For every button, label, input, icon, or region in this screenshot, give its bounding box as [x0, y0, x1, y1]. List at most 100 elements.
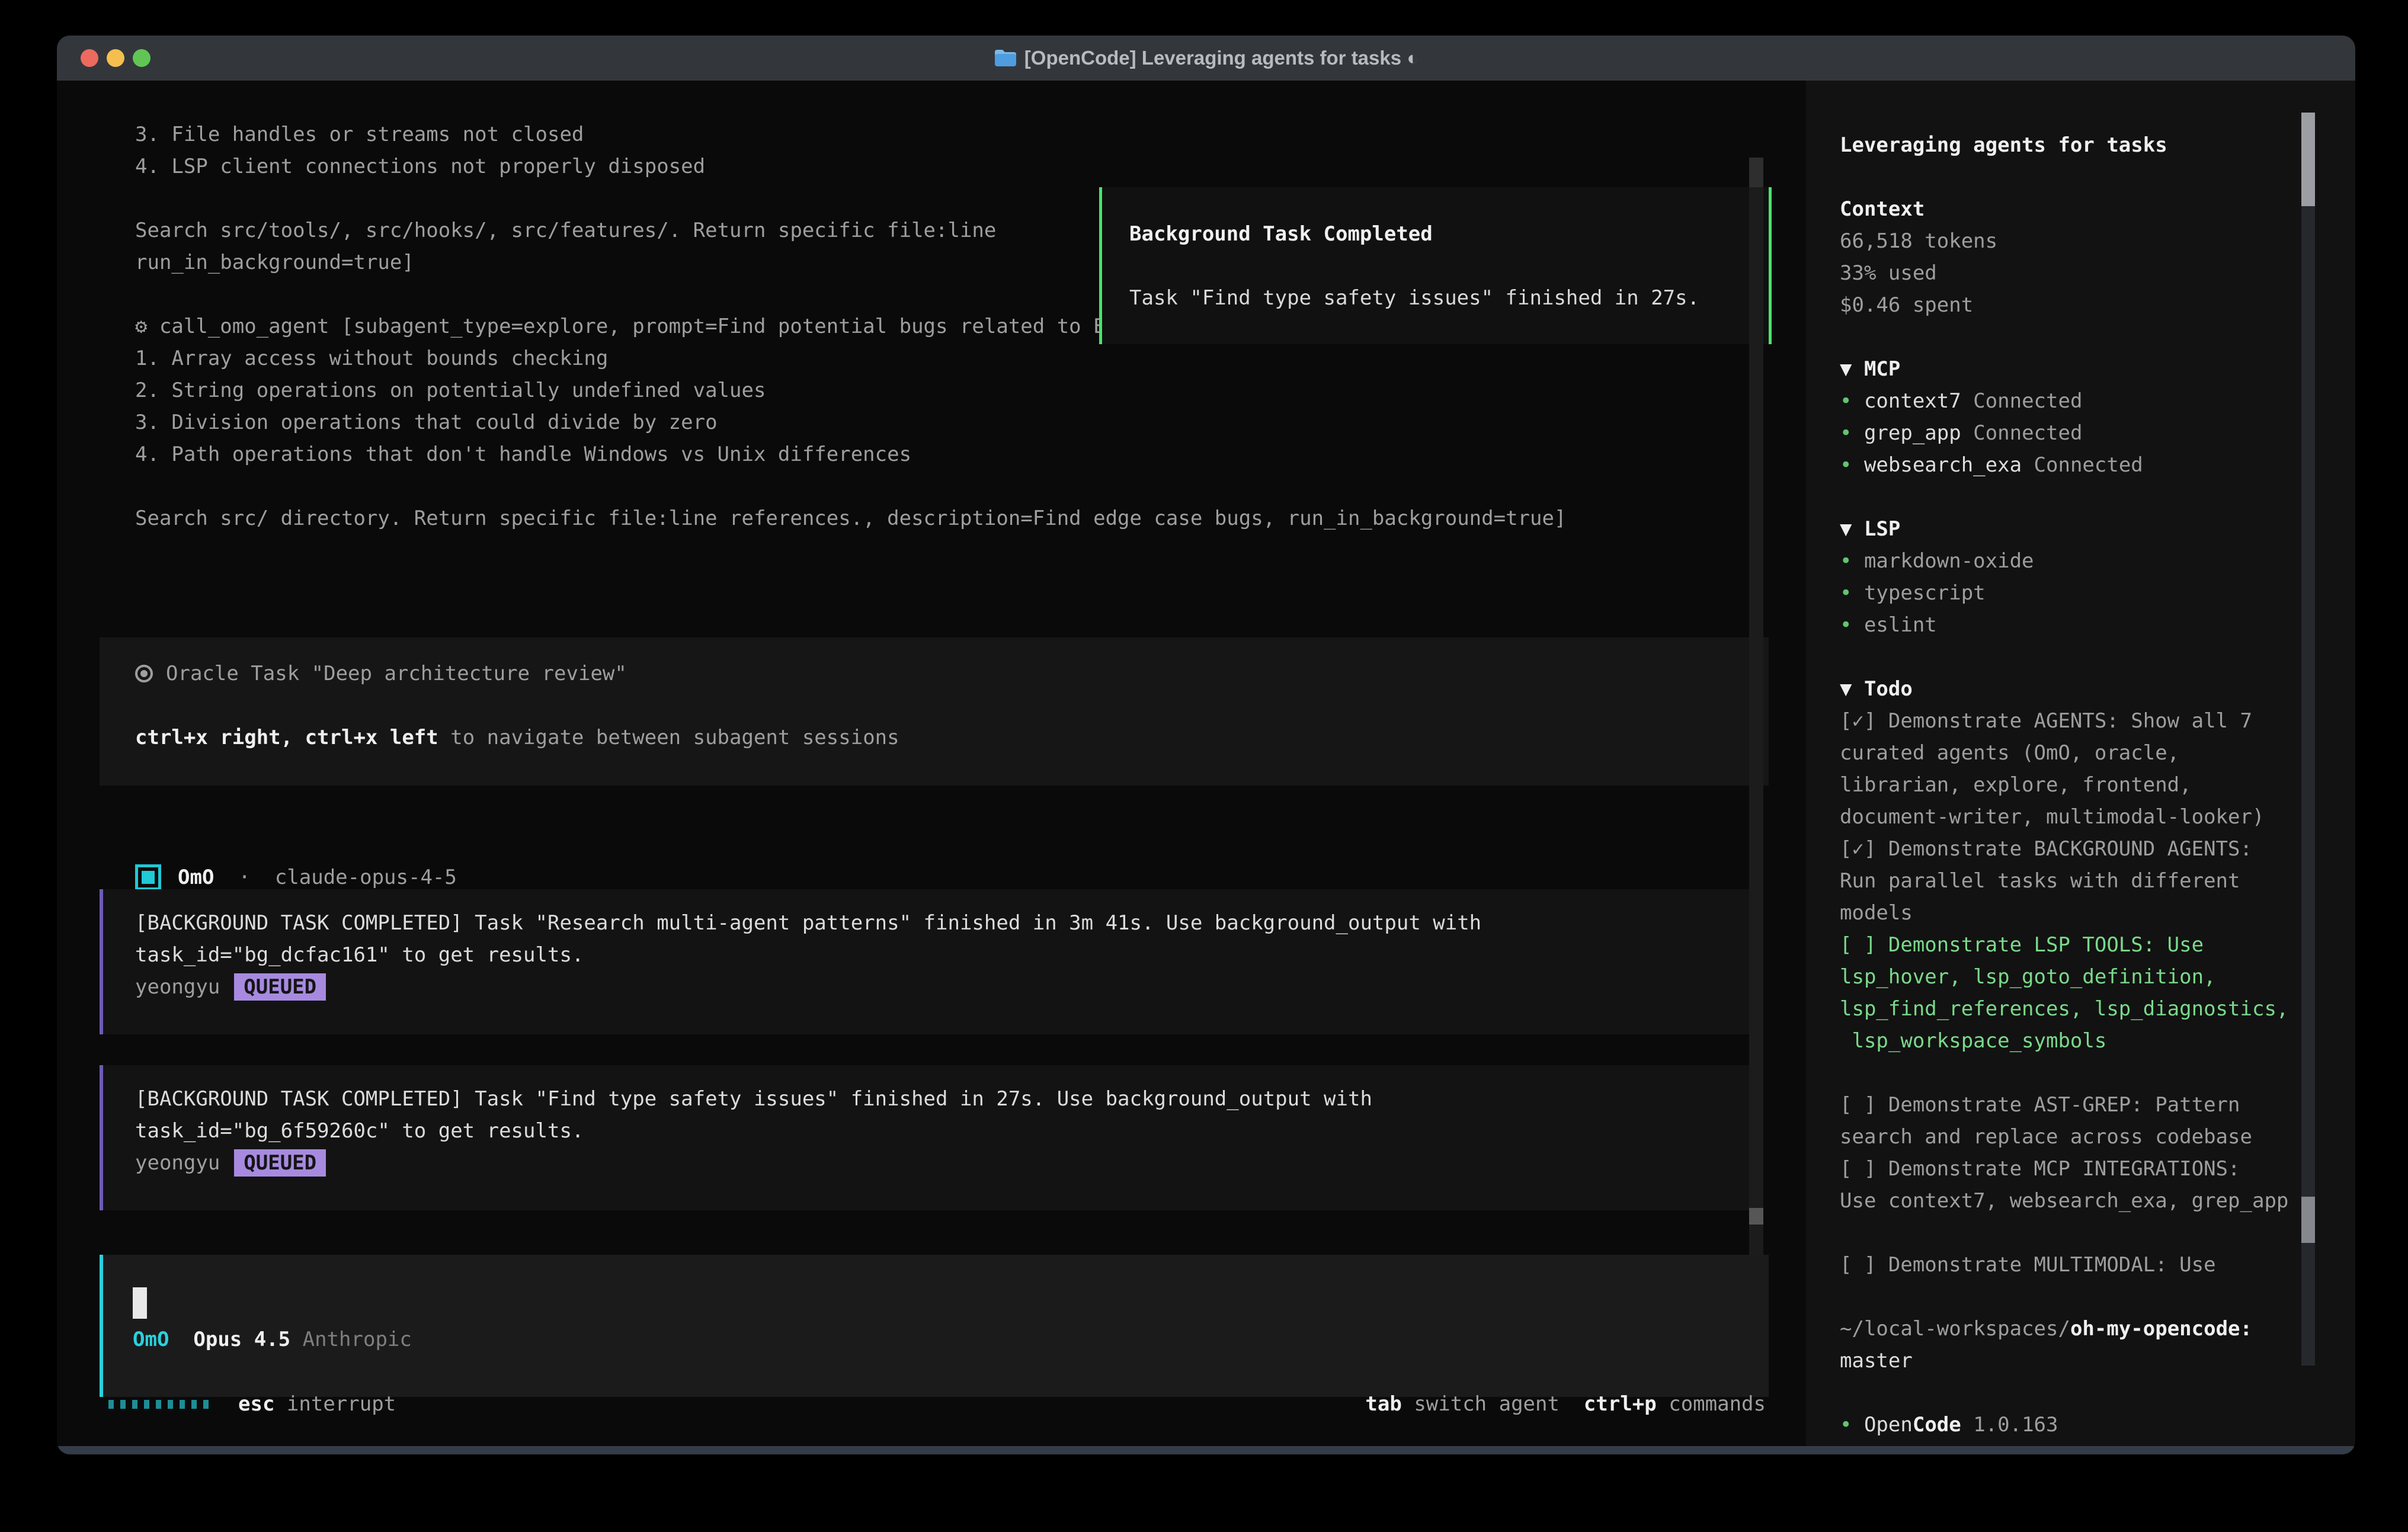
spinner-dot: [203, 1400, 209, 1409]
background-task-toast: Background Task Completed Task "Find typ…: [1099, 187, 1772, 344]
task-line-1: [BACKGROUND TASK COMPLETED] Task "Find t…: [135, 1083, 1751, 1115]
sidebar-scrollbar-thumb-secondary[interactable]: [2301, 1197, 2315, 1243]
sidebar-line: [ ] Demonstrate AST-GREP: Pattern: [1840, 1089, 2290, 1121]
sidebar-line: ▼ Todo: [1840, 673, 2290, 705]
spinner-dot: [168, 1400, 173, 1409]
sidebar-line: [1840, 1217, 2290, 1249]
window-title-wrap: [OpenCode] Leveraging agents for tasks ◐: [994, 47, 1418, 69]
sidebar-line: Leveraging agents for tasks: [1840, 129, 2290, 161]
sidebar-line: Use context7, websearch_exa, grep_app: [1840, 1185, 2290, 1217]
zoom-button[interactable]: [133, 49, 150, 67]
sidebar-line: lsp_hover, lsp_goto_definition,: [1840, 961, 2290, 993]
task-line-2: task_id="bg_dcfac161" to get results.: [135, 939, 1751, 971]
task-line-1: [BACKGROUND TASK COMPLETED] Task "Resear…: [135, 907, 1751, 939]
shortcut-hints: tab switch agent ctrl+p commands: [1365, 1388, 1766, 1420]
sidebar-line: [ ] Demonstrate LSP TOOLS: Use: [1840, 929, 2290, 961]
sidebar-scrollbar-thumb[interactable]: [2301, 113, 2315, 206]
text-cursor: [133, 1287, 147, 1319]
sidebar-line: 33% used: [1840, 257, 2290, 289]
spinner-dot: [132, 1400, 137, 1409]
oracle-title: Oracle Task "Deep architecture review": [166, 662, 627, 685]
sidebar-line: • grep_app Connected: [1840, 417, 2290, 449]
terminal-line: 3. Division operations that could divide…: [135, 406, 1770, 438]
sidebar-line: [✓] Demonstrate BACKGROUND AGENTS:: [1840, 833, 2290, 865]
sidebar-line: • context7 Connected: [1840, 385, 2290, 417]
oracle-hint-line: ctrl+x right, ctrl+x left to navigate be…: [135, 722, 1769, 754]
sidebar-line: 66,518 tokens: [1840, 225, 2290, 257]
task-user: yeongyu: [135, 975, 220, 999]
terminal-line: 1. Array access without bounds checking: [135, 342, 1770, 374]
screen: [OpenCode] Leveraging agents for tasks ◐…: [0, 0, 2408, 1532]
task-meta: yeongyu QUEUED: [135, 1147, 1751, 1179]
toast-body: Task "Find type safety issues" finished …: [1129, 282, 1769, 314]
sidebar-line: master: [1840, 1345, 2290, 1377]
input-model: Opus 4.5: [193, 1328, 290, 1351]
spinner-dot: [156, 1400, 161, 1409]
sidebar-line: ▼ MCP: [1840, 353, 2290, 385]
oracle-task-panel: Oracle Task "Deep architecture review" c…: [100, 637, 1769, 786]
sidebar-scrollbar[interactable]: [2301, 113, 2315, 1366]
sidebar-line: $0.46 spent: [1840, 289, 2290, 321]
cmd-label: commands: [1669, 1392, 1766, 1416]
task-block: [BACKGROUND TASK COMPLETED] Task "Find t…: [100, 1065, 1751, 1210]
agent-square-icon: [135, 864, 161, 890]
spinner-dot: [120, 1400, 126, 1409]
task-user: yeongyu: [135, 1151, 220, 1175]
status-badge: QUEUED: [234, 973, 326, 1001]
sidebar-line: lsp_find_references, lsp_diagnostics,: [1840, 993, 2290, 1025]
close-button[interactable]: [81, 49, 98, 67]
spinner-dot: [144, 1400, 149, 1409]
sidebar-line: ▼ LSP: [1840, 513, 2290, 545]
sidebar: Leveraging agents for tasks Context66,518…: [1806, 81, 2355, 1446]
sidebar-line: [1840, 1057, 2290, 1089]
input-agent: OmO: [133, 1328, 169, 1351]
sidebar-line: lsp_workspace_symbols: [1840, 1025, 2290, 1057]
spinner-dot: [191, 1400, 197, 1409]
terminal-line: 3. File handles or streams not closed: [135, 118, 1770, 150]
agent-separator-wrap: ·: [214, 866, 274, 889]
minimize-button[interactable]: [107, 49, 124, 67]
sidebar-line: librarian, explore, frontend,: [1840, 769, 2290, 801]
sidebar-line: [1840, 1281, 2290, 1313]
main-scrollbar-thumb-top[interactable]: [1749, 158, 1763, 187]
sidebar-line: [1840, 321, 2290, 353]
terminal-line: 4. Path operations that don't handle Win…: [135, 438, 1770, 470]
sidebar-line: • typescript: [1840, 577, 2290, 609]
opencode-window: [OpenCode] Leveraging agents for tasks ◐…: [57, 36, 2355, 1454]
prompt-input[interactable]: OmO Opus 4.5 Anthropic: [100, 1255, 1769, 1397]
sidebar-line: models: [1840, 897, 2290, 929]
fisheye-icon: [135, 665, 153, 682]
tab-label: switch agent: [1414, 1392, 1560, 1416]
terminal-line: Search src/ directory. Return specific f…: [135, 502, 1770, 534]
spinner-dots: [108, 1400, 209, 1409]
agent-header: OmO · claude-opus-4-5: [135, 861, 457, 893]
window-bottom-edge: [57, 1446, 2355, 1454]
sidebar-line: search and replace across codebase: [1840, 1121, 2290, 1153]
esc-key: esc: [238, 1392, 274, 1416]
sidebar-line: Run parallel tasks with different: [1840, 865, 2290, 897]
agent-model: claude-opus-4-5: [275, 866, 457, 889]
agent-name: OmO: [178, 866, 214, 889]
sidebar-line: [1840, 161, 2290, 193]
title-bar: [OpenCode] Leveraging agents for tasks ◐: [57, 36, 2355, 81]
sidebar-line: curated agents (OmO, oracle,: [1840, 737, 2290, 769]
task-line-2: task_id="bg_6f59260c" to get results.: [135, 1115, 1751, 1147]
oracle-title-line: Oracle Task "Deep architecture review": [135, 658, 1769, 690]
tab-key: tab: [1365, 1392, 1401, 1416]
sidebar-line: [1840, 641, 2290, 673]
sidebar-line: • markdown-oxide: [1840, 545, 2290, 577]
toast-title: Background Task Completed: [1129, 218, 1769, 250]
sidebar-line: ~/local-workspaces/oh-my-opencode:: [1840, 1313, 2290, 1345]
status-bar: esc interrupt tab switch agent ctrl+p co…: [57, 1388, 1806, 1420]
input-meta: OmO Opus 4.5 Anthropic: [133, 1323, 412, 1355]
agent-separator: ·: [238, 866, 250, 889]
spinner-dot: [180, 1400, 185, 1409]
terminal-line: 4. LSP client connections not properly d…: [135, 150, 1770, 182]
main-scrollbar[interactable]: [1749, 158, 1763, 1257]
sidebar-line: Context: [1840, 193, 2290, 225]
sidebar-line: document-writer, multimodal-looker): [1840, 801, 2290, 833]
sidebar-line: [1840, 1377, 2290, 1409]
sidebar-line: [✓] Demonstrate AGENTS: Show all 7: [1840, 705, 2290, 737]
interrupt-hint: esc interrupt: [238, 1388, 396, 1420]
main-scrollbar-thumb[interactable]: [1749, 1208, 1763, 1225]
